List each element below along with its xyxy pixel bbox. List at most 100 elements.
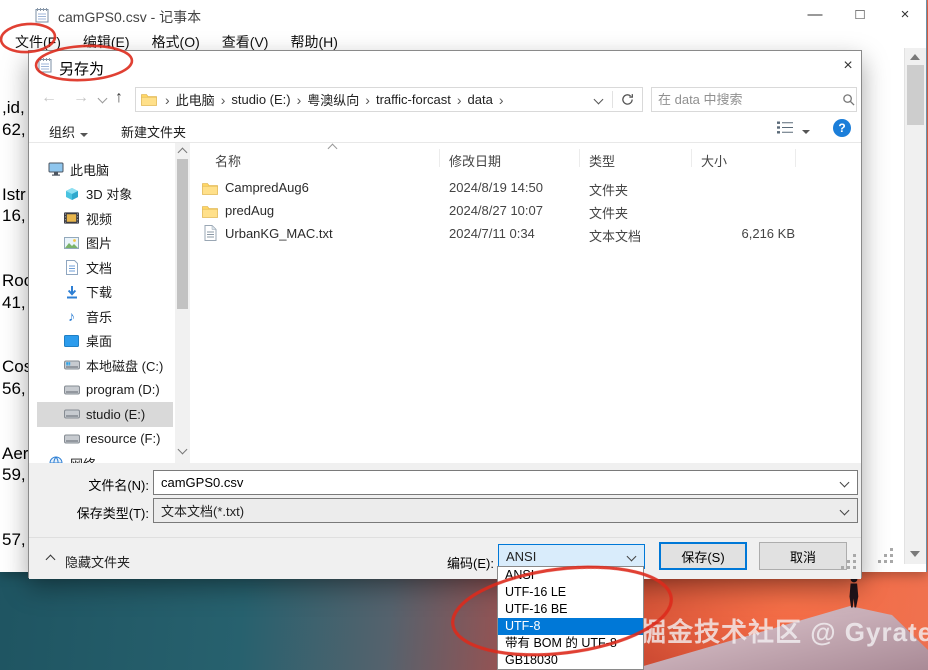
address-bar[interactable]: › 此电脑 › studio (E:) › 粤澳纵向 › traffic-for… <box>135 87 643 112</box>
file-date: 2024/8/19 14:50 <box>449 180 543 195</box>
back-icon[interactable]: ← <box>41 89 57 107</box>
breadcrumb-separator: › <box>363 92 372 108</box>
close-button[interactable]: × <box>888 0 922 30</box>
breadcrumb-separator: › <box>163 92 172 108</box>
encoding-option-gb18030[interactable]: GB18030 <box>498 652 643 669</box>
menu-help[interactable]: 帮助(H) <box>279 32 348 52</box>
dialog-notepad-icon <box>37 57 53 73</box>
chevron-up-icon[interactable] <box>46 555 56 565</box>
chevron-down-icon[interactable] <box>627 552 637 562</box>
hide-folders-button[interactable]: 隐藏文件夹 <box>65 552 130 571</box>
view-mode-button[interactable] <box>777 121 810 137</box>
cube-icon <box>63 186 80 202</box>
sidebar-item-drive-c[interactable]: 本地磁盘 (C:) <box>37 353 173 378</box>
help-button[interactable]: ? <box>833 119 851 137</box>
sidebar-item-documents[interactable]: 文档 <box>37 255 173 280</box>
drive-icon <box>63 431 80 447</box>
search-box[interactable] <box>651 87 857 112</box>
new-folder-button[interactable]: 新建文件夹 <box>121 122 186 141</box>
forward-icon[interactable]: → <box>73 89 89 107</box>
sidebar-item-downloads[interactable]: 下载 <box>37 280 173 305</box>
organize-button[interactable]: 组织 <box>49 122 88 141</box>
address-dropdown-chevron-icon[interactable] <box>594 95 604 105</box>
sidebar-item-3d-objects[interactable]: 3D 对象 <box>37 182 173 207</box>
sidebar-item-pictures[interactable]: 图片 <box>37 231 173 256</box>
menu-format[interactable]: 格式(O) <box>141 32 211 52</box>
notepad-scrollbar[interactable] <box>904 48 926 564</box>
music-icon: ♪ <box>63 308 80 324</box>
file-name: CampredAug6 <box>225 180 309 195</box>
notepad-titlebar: camGPS0.csv - 记事本 — □ × <box>0 0 926 30</box>
column-header-name[interactable]: 名称 <box>215 151 241 170</box>
minimize-button[interactable]: — <box>798 0 832 30</box>
table-row[interactable]: UrbanKG_MAC.txt 2024/7/11 0:34 文本文档 6,21… <box>195 223 835 245</box>
computer-icon <box>47 161 64 177</box>
scroll-up-icon[interactable] <box>910 54 920 60</box>
encoding-option-utf16le[interactable]: UTF-16 LE <box>498 584 643 601</box>
nav-history-chevron-icon[interactable] <box>98 94 108 104</box>
maximize-button[interactable]: □ <box>843 0 877 30</box>
dialog-resize-grip[interactable] <box>841 566 844 569</box>
sidebar-item-music[interactable]: ♪ 音乐 <box>37 304 173 329</box>
sidebar-item-desktop[interactable]: 桌面 <box>37 329 173 354</box>
column-header-size[interactable]: 大小 <box>701 151 727 170</box>
sidebar-item-drive-e[interactable]: studio (E:) <box>37 402 173 427</box>
cancel-button[interactable]: 取消 <box>759 542 847 570</box>
breadcrumb-separator: › <box>455 92 464 108</box>
file-date: 2024/7/11 0:34 <box>449 226 535 241</box>
scrollbar-thumb[interactable] <box>907 65 924 125</box>
encoding-option-utf16be[interactable]: UTF-16 BE <box>498 601 643 618</box>
up-icon[interactable]: ↑ <box>115 89 123 107</box>
breadcrumb-drive-e[interactable]: studio (E:) <box>227 92 294 107</box>
breadcrumb-folder-data[interactable]: data <box>464 92 497 107</box>
filename-label: 文件名(N): <box>29 475 149 494</box>
chevron-down-icon[interactable] <box>840 506 850 516</box>
sidebar-item-videos[interactable]: 视频 <box>37 206 173 231</box>
filename-input[interactable] <box>154 475 841 490</box>
sort-ascending-icon <box>328 144 338 154</box>
column-header-date[interactable]: 修改日期 <box>449 151 501 170</box>
table-row[interactable]: predAug 2024/8/27 10:07 文件夹 <box>195 200 835 222</box>
refresh-icon[interactable] <box>619 92 636 108</box>
breadcrumb-folder-2[interactable]: traffic-forcast <box>372 92 455 107</box>
column-header-type[interactable]: 类型 <box>589 151 615 170</box>
scrollbar-thumb[interactable] <box>177 159 188 309</box>
desktop-icon <box>63 333 80 349</box>
menu-file[interactable]: 文件(F) <box>4 32 72 52</box>
scroll-down-icon[interactable] <box>910 551 920 557</box>
sidebar-item-drive-f[interactable]: resource (F:) <box>37 427 173 452</box>
encoding-option-utf8[interactable]: UTF-8 <box>498 618 643 635</box>
breadcrumb-separator: › <box>497 92 506 108</box>
savetype-label: 保存类型(T): <box>29 503 149 522</box>
sidebar-item-network[interactable]: 网络 <box>37 451 173 463</box>
sidebar-item-this-pc[interactable]: 此电脑 <box>37 157 173 182</box>
drive-icon <box>63 382 80 398</box>
file-type: 文本文档 <box>589 226 641 245</box>
video-icon <box>63 210 80 226</box>
menu-edit[interactable]: 编辑(E) <box>72 32 141 52</box>
notepad-text-content: ,id,62, Istr16, Roc41, Cos56, Aer59, 57,… <box>2 54 29 554</box>
scroll-down-icon[interactable] <box>178 445 188 455</box>
filename-combobox[interactable] <box>153 470 858 495</box>
sidebar-scrollbar[interactable] <box>175 143 190 463</box>
savetype-dropdown[interactable]: 文本文档(*.txt) <box>153 498 858 523</box>
table-row[interactable]: CampredAug6 2024/8/19 14:50 文件夹 <box>195 177 835 199</box>
breadcrumb-folder-1[interactable]: 粤澳纵向 <box>303 90 363 109</box>
dialog-close-icon[interactable]: × <box>835 55 861 77</box>
window-resize-grip[interactable] <box>878 560 881 563</box>
chevron-down-icon[interactable] <box>840 478 850 488</box>
breadcrumb-separator: › <box>219 92 228 108</box>
file-name: predAug <box>225 203 274 218</box>
sidebar-item-drive-d[interactable]: program (D:) <box>37 378 173 403</box>
scroll-up-icon[interactable] <box>178 148 188 158</box>
dialog-main-area: 此电脑 3D 对象 视频 图片 文档 下载 ♪ <box>29 143 861 463</box>
breadcrumb-this-pc[interactable]: 此电脑 <box>172 90 219 109</box>
encoding-option-ansi[interactable]: ANSI <box>498 567 643 584</box>
encoding-options-menu: ANSI UTF-16 LE UTF-16 BE UTF-8 带有 BOM 的 … <box>497 566 644 670</box>
encoding-option-utf8bom[interactable]: 带有 BOM 的 UTF-8 <box>498 635 643 652</box>
save-button[interactable]: 保存(S) <box>659 542 747 570</box>
search-input[interactable] <box>652 92 840 107</box>
search-icon[interactable] <box>840 92 857 108</box>
menu-view[interactable]: 查看(V) <box>211 32 280 52</box>
encoding-value: ANSI <box>499 549 628 564</box>
